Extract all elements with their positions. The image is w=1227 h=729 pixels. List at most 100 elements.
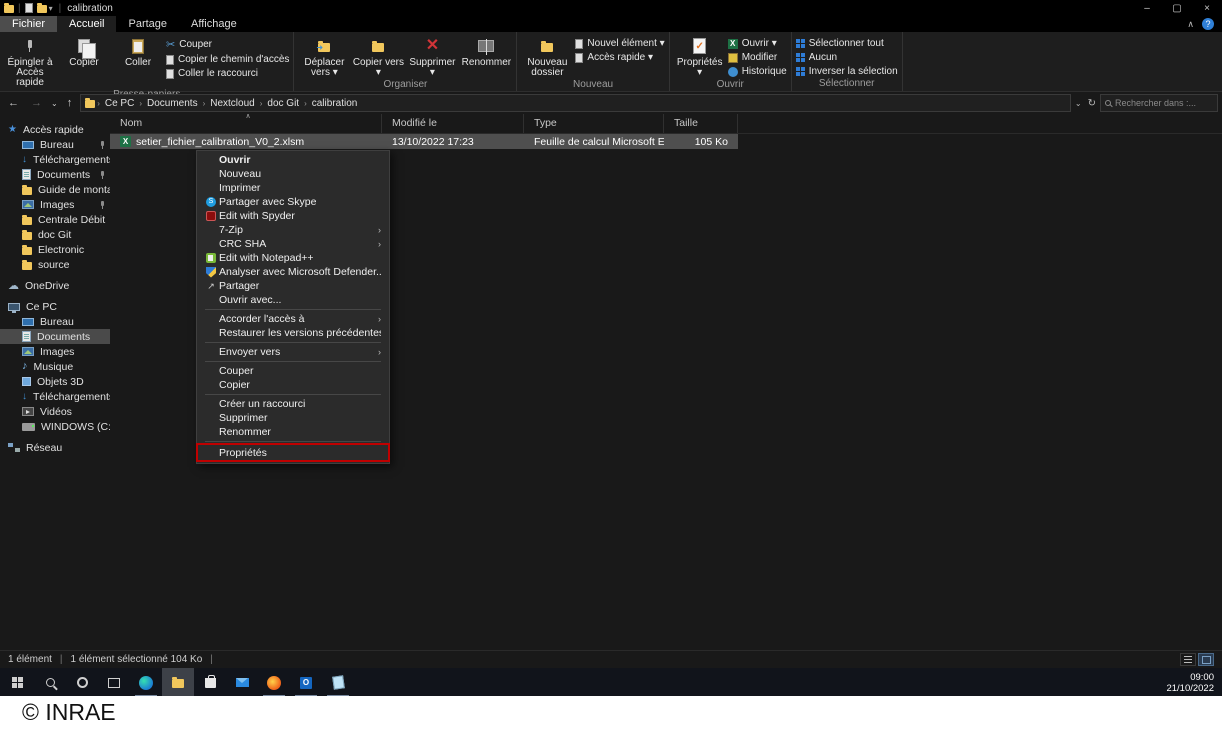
copier-chemin-button[interactable]: Copier le chemin d'accès: [166, 54, 289, 65]
breadcrumb[interactable]: › Ce PC › Documents › Nextcloud › doc Gi…: [80, 94, 1071, 112]
column-taille[interactable]: Taille: [664, 114, 738, 133]
menu-item-ouvrir[interactable]: Ouvrir: [197, 153, 389, 167]
qat-properties-icon[interactable]: [25, 3, 33, 13]
sidebar-item-onedrive[interactable]: ☁OneDrive: [0, 278, 110, 293]
menu-item-edit-spyder[interactable]: Edit with Spyder: [197, 209, 389, 223]
menu-item-proprietes[interactable]: Propriétés: [197, 444, 389, 461]
menu-item-copier[interactable]: Copier: [197, 378, 389, 392]
qat-customize-dropdown[interactable]: ▾: [49, 4, 53, 13]
acces-rapide-button[interactable]: Accès rapide ▾: [575, 52, 664, 63]
collapse-ribbon-icon[interactable]: ∧: [1187, 19, 1194, 30]
sidebar-item-acces-rapide[interactable]: ★Accès rapide: [0, 122, 110, 137]
menu-item-creer-raccourci[interactable]: Créer un raccourci: [197, 397, 389, 411]
task-view-button[interactable]: [98, 668, 130, 696]
selectionner-tout-button[interactable]: Sélectionner tout: [796, 38, 898, 49]
sidebar-item-windows-c[interactable]: WINDOWS (C:): [0, 419, 110, 434]
sidebar-item-bureau[interactable]: Bureau: [0, 314, 110, 329]
sidebar-item-guide-de-montage[interactable]: Guide de montage: [0, 182, 110, 197]
supprimer-button[interactable]: ✕ Supprimer ▾: [406, 34, 458, 78]
menu-item-accorder-acces[interactable]: Accorder l'accès à›: [197, 312, 389, 326]
back-button[interactable]: ←: [4, 97, 23, 109]
close-button[interactable]: ×: [1192, 0, 1222, 16]
menu-item-crc-sha[interactable]: CRC SHA›: [197, 237, 389, 251]
details-view-button[interactable]: [1180, 653, 1196, 666]
nouveau-dossier-button[interactable]: Nouveau dossier: [521, 34, 573, 78]
sidebar-item-electronic[interactable]: Electronic: [0, 242, 110, 257]
menu-item-renommer[interactable]: Renommer: [197, 425, 389, 439]
taskbar-store[interactable]: [194, 668, 226, 696]
menu-item-defender[interactable]: Analyser avec Microsoft Defender...: [197, 265, 389, 279]
taskbar-outlook[interactable]: O: [290, 668, 322, 696]
menu-item-nouveau[interactable]: Nouveau: [197, 167, 389, 181]
start-button[interactable]: [2, 668, 34, 696]
renommer-button[interactable]: Renommer: [460, 34, 512, 78]
sidebar-item-images[interactable]: Images: [0, 344, 110, 359]
refresh-icon[interactable]: ↻: [1088, 98, 1096, 109]
menu-item-supprimer[interactable]: Supprimer: [197, 411, 389, 425]
tab-partage[interactable]: Partage: [116, 16, 179, 32]
deplacer-vers-button[interactable]: Déplacer vers ▾: [298, 34, 350, 78]
taskbar-clock[interactable]: 09:00 21/10/2022: [1166, 672, 1222, 694]
crumb-doc-git[interactable]: doc Git: [264, 98, 302, 109]
icons-view-button[interactable]: [1198, 653, 1214, 666]
menu-item-7zip[interactable]: 7-Zip›: [197, 223, 389, 237]
menu-item-envoyer-vers[interactable]: Envoyer vers›: [197, 345, 389, 359]
qat-new-folder-icon[interactable]: [37, 5, 47, 13]
menu-item-edit-notepadpp[interactable]: Edit with Notepad++: [197, 251, 389, 265]
taskbar-firefox[interactable]: [258, 668, 290, 696]
sidebar-item-objets-3d[interactable]: Objets 3D: [0, 374, 110, 389]
tab-fichier[interactable]: Fichier: [0, 16, 57, 32]
minimize-button[interactable]: –: [1132, 0, 1162, 16]
crumb-ce-pc[interactable]: Ce PC: [102, 98, 137, 109]
sidebar-item-doc-git[interactable]: doc Git: [0, 227, 110, 242]
sidebar-item-documents-qa[interactable]: Documents: [0, 167, 110, 182]
taskbar-explorer[interactable]: [162, 668, 194, 696]
pin-quick-access-button[interactable]: Épingler à Accès rapide: [4, 34, 56, 88]
nouvel-element-button[interactable]: Nouvel élément ▾: [575, 38, 664, 49]
crumb-nextcloud[interactable]: Nextcloud: [207, 98, 257, 109]
taskbar-search-button[interactable]: [34, 668, 66, 696]
taskbar-edge[interactable]: [130, 668, 162, 696]
sidebar-item-ce-pc[interactable]: Ce PC: [0, 299, 110, 314]
menu-item-partager-skype[interactable]: SPartager avec Skype: [197, 195, 389, 209]
modifier-button[interactable]: Modifier: [728, 52, 787, 63]
maximize-button[interactable]: ▢: [1162, 0, 1192, 16]
sidebar-item-telechargements[interactable]: ↓Téléchargements: [0, 389, 110, 404]
copier-vers-button[interactable]: Copier vers ▾: [352, 34, 404, 78]
aucun-button[interactable]: Aucun: [796, 52, 898, 63]
inverser-selection-button[interactable]: Inverser la sélection: [796, 66, 898, 77]
sidebar-item-bureau-qa[interactable]: Bureau: [0, 137, 110, 152]
column-type[interactable]: Type: [524, 114, 664, 133]
menu-item-ouvrir-avec[interactable]: Ouvrir avec...: [197, 293, 389, 307]
sidebar-item-videos[interactable]: Vidéos: [0, 404, 110, 419]
crumb-documents[interactable]: Documents: [144, 98, 201, 109]
sidebar-item-musique[interactable]: ♪Musique: [0, 359, 110, 374]
table-row[interactable]: X setier_fichier_calibration_V0_2.xlsm 1…: [110, 134, 738, 149]
tab-affichage[interactable]: Affichage: [179, 16, 249, 32]
historique-button[interactable]: Historique: [728, 66, 787, 77]
help-icon[interactable]: ?: [1202, 18, 1214, 30]
search-box[interactable]: [1100, 94, 1218, 112]
column-nom[interactable]: ∧ Nom: [110, 114, 382, 133]
couper-button[interactable]: ✂ Couper: [166, 38, 289, 51]
coller-button[interactable]: Coller: [112, 34, 164, 78]
sidebar-item-centrale-debit[interactable]: Centrale Débit: [0, 212, 110, 227]
cortana-button[interactable]: [66, 668, 98, 696]
sidebar-item-telechargements-qa[interactable]: ↓Téléchargements: [0, 152, 110, 167]
address-dropdown-chevron[interactable]: ⌄: [1075, 99, 1082, 108]
sidebar-item-source[interactable]: source: [0, 257, 110, 272]
forward-button[interactable]: →: [27, 97, 46, 109]
ouvrir-button[interactable]: X Ouvrir ▾: [728, 38, 787, 49]
menu-item-restaurer-versions[interactable]: Restaurer les versions précédentes: [197, 326, 389, 340]
sidebar-item-images-qa[interactable]: Images: [0, 197, 110, 212]
tab-accueil[interactable]: Accueil: [57, 16, 116, 32]
crumb-calibration[interactable]: calibration: [309, 98, 361, 109]
menu-item-partager[interactable]: ↗Partager: [197, 279, 389, 293]
recent-locations-chevron[interactable]: ⌄: [50, 99, 59, 108]
copier-button[interactable]: Copier: [58, 34, 110, 78]
coller-raccourci-button[interactable]: Coller le raccourci: [166, 68, 289, 79]
proprietes-ribbon-button[interactable]: ✓ Propriétés ▾: [674, 34, 726, 78]
up-button[interactable]: ↑: [63, 97, 77, 109]
menu-item-couper[interactable]: Couper: [197, 364, 389, 378]
taskbar-mail[interactable]: [226, 668, 258, 696]
